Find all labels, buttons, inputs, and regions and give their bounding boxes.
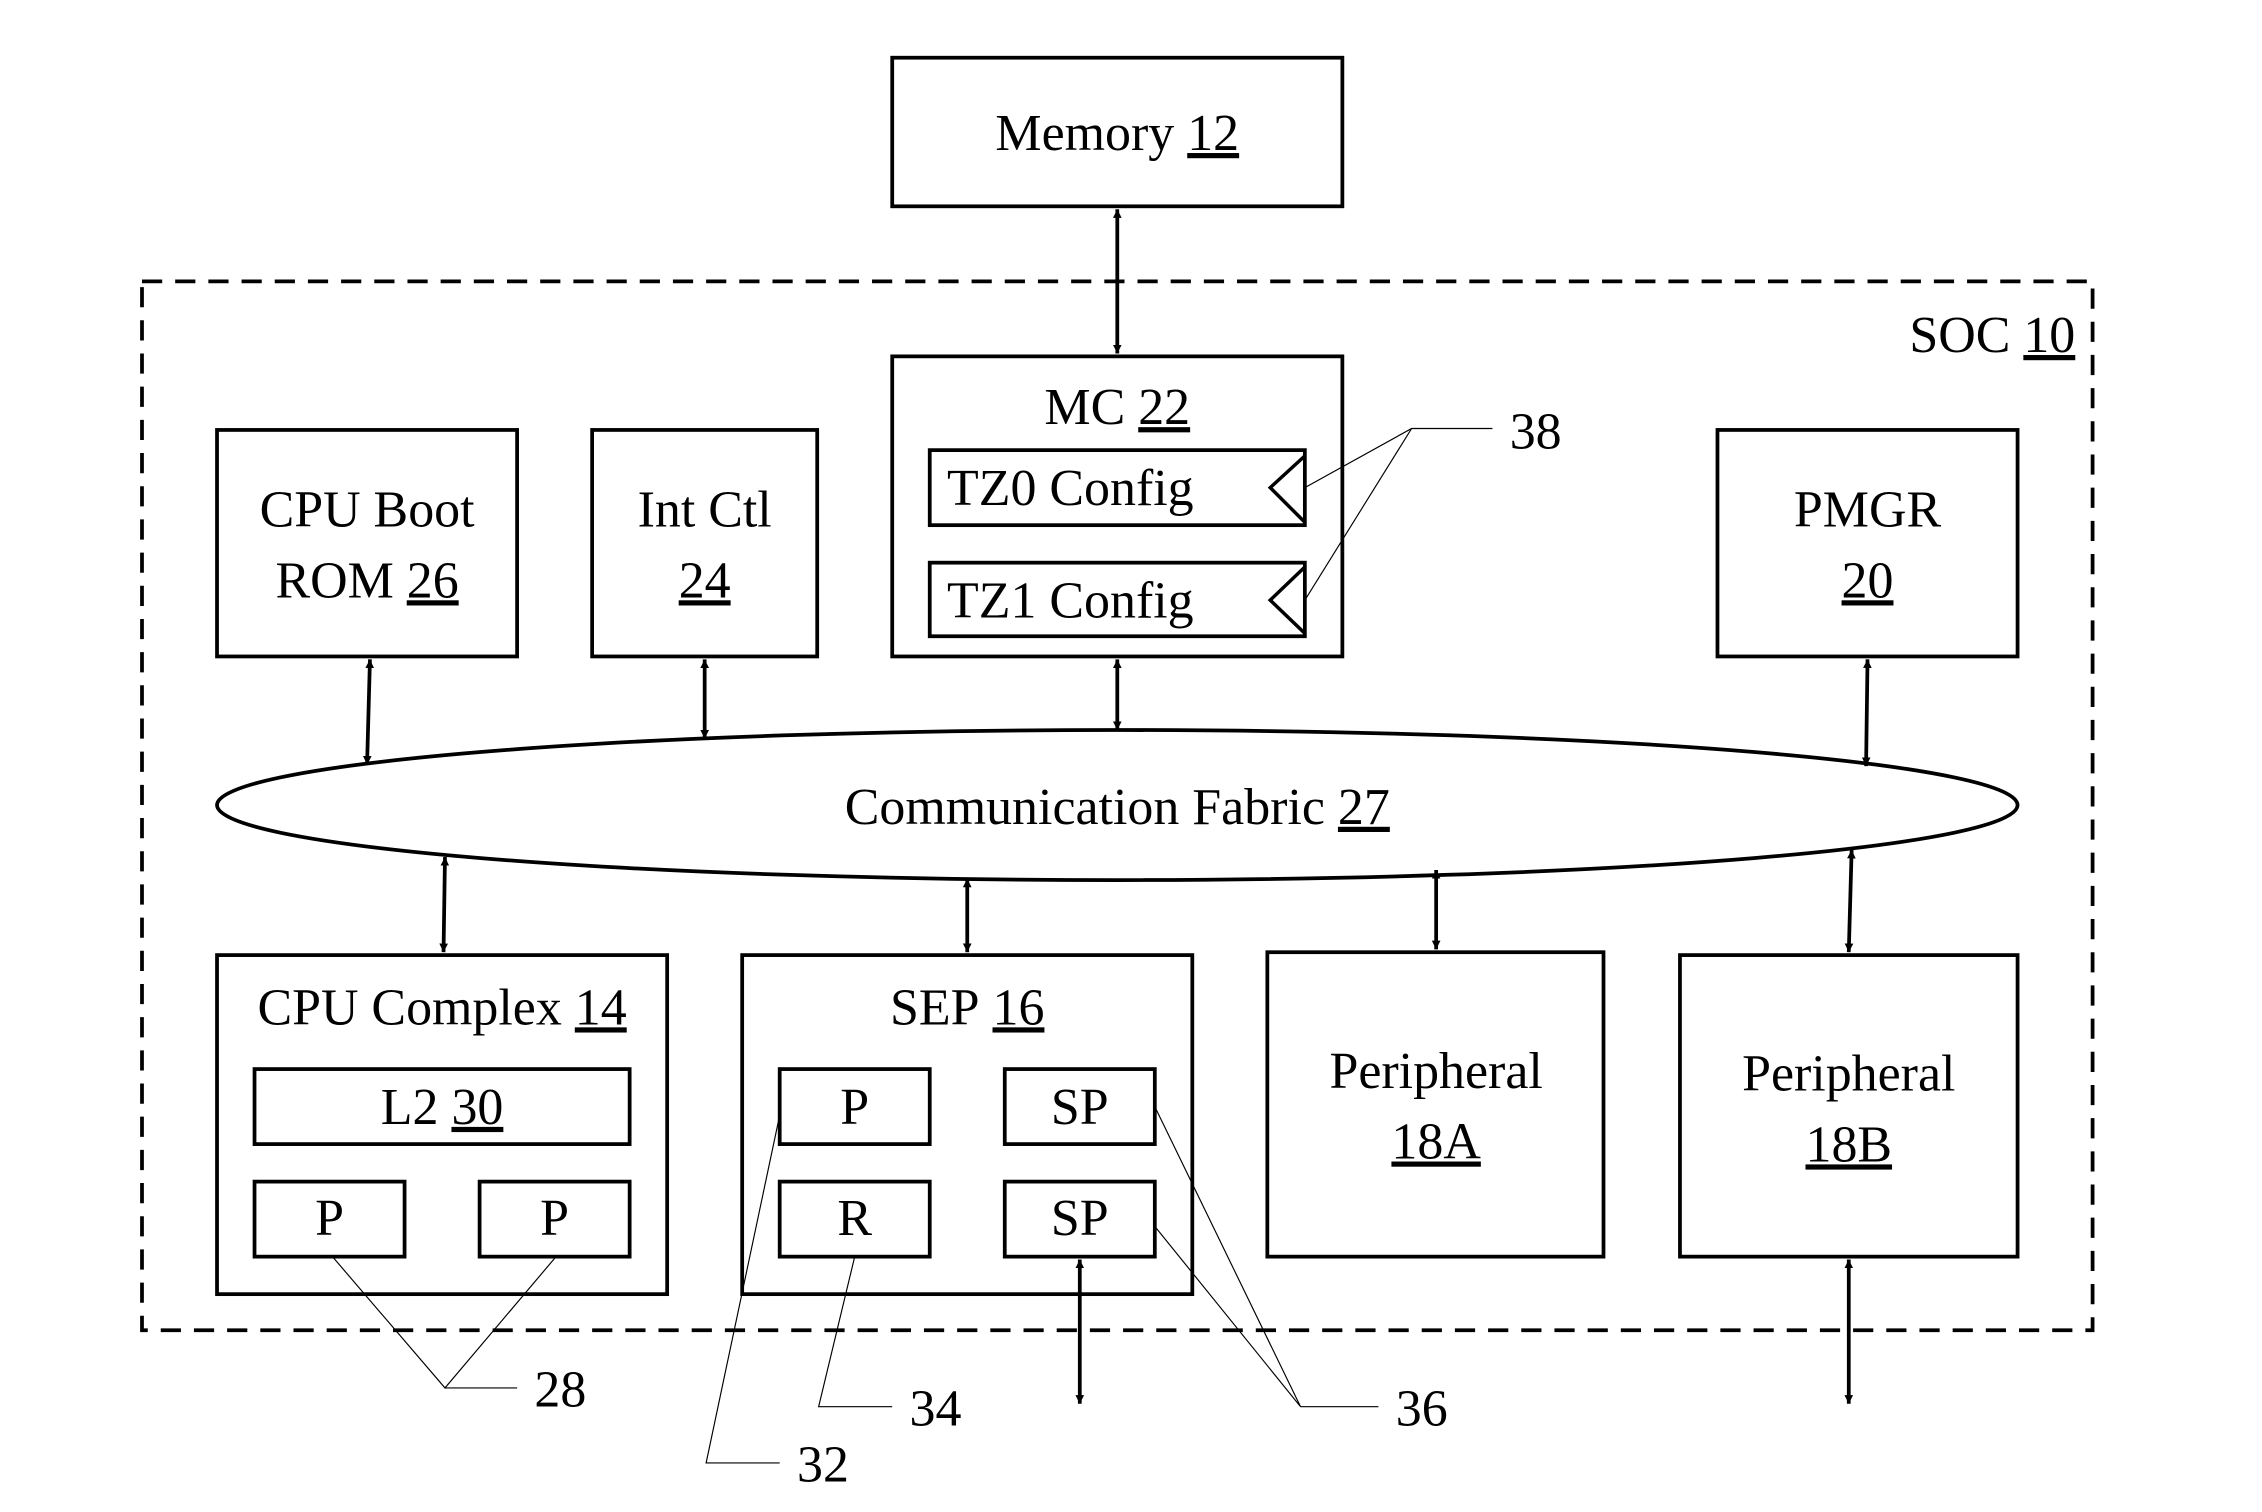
tz1-config: TZ1 Config: [927, 560, 1307, 639]
secure-peripheral-label: SP: [1051, 1079, 1109, 1136]
l2-cache-block: L2 30: [252, 1067, 632, 1146]
soc-label: SOC: [1909, 307, 2010, 364]
sep-processor-block: P: [777, 1067, 932, 1146]
sep-ref: 16: [993, 979, 1045, 1036]
fabric-cpu-complex-arrow: [439, 856, 450, 953]
svg-text:SEP 16: SEP 16: [890, 979, 1044, 1036]
svg-text:Memory 12: Memory 12: [995, 105, 1239, 162]
cpu-complex-label: CPU Complex: [257, 979, 561, 1036]
soc-ref: 10: [2023, 307, 2075, 364]
pmgr-fabric-arrow: [1861, 659, 1872, 767]
int-ctl-label: Int Ctl: [638, 482, 772, 539]
tz0-config: TZ0 Config: [927, 448, 1307, 528]
svg-text:MC 22: MC 22: [1044, 379, 1190, 436]
memory-label: Memory: [995, 105, 1174, 162]
peripheral-18b-ref: 18B: [1805, 1116, 1892, 1173]
cpu-boot-rom-line1: CPU Boot: [260, 482, 476, 539]
mc-ref: 22: [1138, 379, 1190, 436]
pmgr-block: PMGR 20: [1715, 428, 2020, 659]
memory-block: Memory 12: [890, 55, 1345, 209]
cpu-complex-ref: 14: [575, 979, 627, 1036]
secure-peripheral-label: SP: [1051, 1190, 1109, 1247]
cpu-boot-rom-block: CPU Boot ROM 26: [215, 428, 519, 659]
cpu-complex-block: CPU Complex 14 L2 30 P P: [215, 953, 670, 1297]
l2-ref: 30: [451, 1079, 503, 1136]
mc-label: MC: [1044, 379, 1125, 436]
tz0-config-label: TZ0 Config: [947, 460, 1194, 517]
svg-text:ROM 26: ROM 26: [275, 552, 458, 609]
processor-block: P: [477, 1179, 632, 1259]
callout-36-label: 36: [1396, 1380, 1448, 1437]
memory-ref: 12: [1187, 105, 1239, 162]
int-ctl-block: Int Ctl 24: [590, 428, 820, 659]
peripheral-18a-label: Peripheral: [1329, 1043, 1542, 1100]
processor-block: P: [252, 1179, 407, 1259]
processor-label: P: [315, 1190, 344, 1247]
callout-34-label: 34: [910, 1380, 962, 1437]
peripheral-18a-block: Peripheral 18A: [1265, 950, 1606, 1259]
callout-38-label: 38: [1510, 404, 1562, 461]
boot-rom-fabric-arrow: [362, 659, 375, 765]
fabric-ref: 27: [1338, 779, 1390, 836]
peripheral-18b-block: Peripheral 18B: [1678, 953, 2020, 1259]
soc-diagram: #ah path { } Memory 12 SOC 10 MC 22 TZ0 …: [140, 55, 2095, 1494]
sep-rom-label: R: [837, 1190, 872, 1247]
svg-text:SOC 10: SOC 10: [1909, 307, 2075, 364]
l2-label: L2: [381, 1079, 439, 1136]
svg-text:L2 30: L2 30: [381, 1079, 504, 1136]
callout-28-label: 28: [534, 1362, 586, 1419]
sep-block: SEP 16 P SP R SP: [740, 953, 1195, 1297]
callout-32-label: 32: [797, 1437, 849, 1494]
svg-text:CPU Complex 14: CPU Complex 14: [257, 979, 626, 1036]
secure-peripheral-block: SP: [1002, 1179, 1157, 1259]
peripheral-18b-label: Peripheral: [1742, 1046, 1955, 1103]
mc-block: MC 22 TZ0 Config TZ1 Config: [890, 354, 1345, 659]
sep-rom-block: R: [777, 1179, 932, 1259]
processor-label: P: [540, 1190, 569, 1247]
int-ctl-ref: 24: [679, 552, 731, 609]
communication-fabric: Communication Fabric 27: [215, 728, 2020, 882]
sep-label: SEP: [890, 979, 979, 1036]
cpu-boot-rom-ref: 26: [407, 552, 459, 609]
pmgr-label: PMGR: [1794, 482, 1942, 539]
fabric-label: Communication Fabric: [845, 779, 1325, 836]
secure-peripheral-block: SP: [1002, 1067, 1157, 1146]
sep-processor-label: P: [840, 1079, 869, 1136]
fabric-peripheral-b-arrow: [1844, 849, 1856, 953]
pmgr-ref: 20: [1842, 552, 1894, 609]
tz1-config-label: TZ1 Config: [947, 572, 1194, 629]
svg-text:Communication Fabric 27: Communication Fabric 27: [845, 779, 1390, 836]
peripheral-18a-ref: 18A: [1391, 1114, 1481, 1171]
cpu-boot-rom-line2: ROM: [275, 552, 393, 609]
